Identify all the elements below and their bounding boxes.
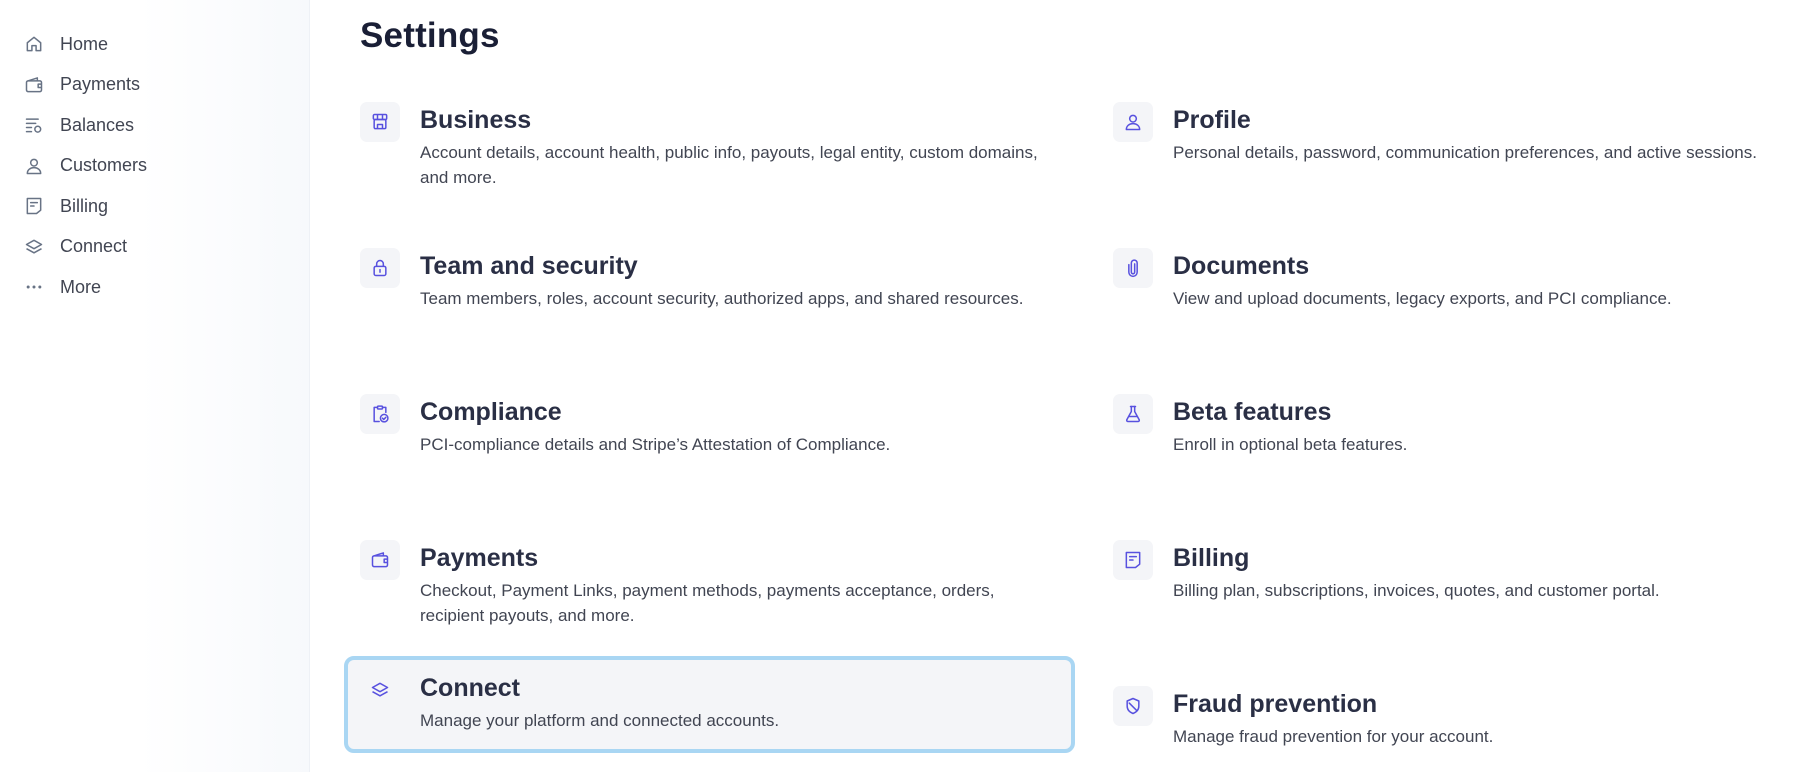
card-description: Manage fraud prevention for your account… xyxy=(1173,727,1494,746)
sidebar-item-balances[interactable]: Balances xyxy=(22,105,147,146)
sidebar-item-billing[interactable]: Billing xyxy=(22,186,147,227)
settings-card-beta-features[interactable]: Beta features Enroll in optional beta fe… xyxy=(1097,380,1816,472)
storefront-icon xyxy=(360,102,400,142)
card-description: Account details, account health, public … xyxy=(420,143,1038,187)
person-icon xyxy=(22,154,46,178)
sidebar-item-more[interactable]: More xyxy=(22,267,147,308)
sidebar-item-label: Connect xyxy=(60,236,128,257)
card-description: Team members, roles, account security, a… xyxy=(420,289,1024,308)
settings-card-documents[interactable]: Documents View and upload documents, leg… xyxy=(1097,234,1816,326)
card-title: Documents xyxy=(1173,252,1310,280)
wallet-icon xyxy=(360,540,400,580)
card-description: Billing plan, subscriptions, invoices, q… xyxy=(1173,581,1660,600)
sidebar-item-label: Payments xyxy=(60,74,141,95)
sidebar-item-label: Balances xyxy=(60,114,135,135)
paperclip-icon xyxy=(1113,248,1153,288)
settings-card-business[interactable]: Business Account details, account health… xyxy=(344,88,1074,187)
settings-card-profile[interactable]: Profile Personal details, password, comm… xyxy=(1097,88,1816,180)
settings-app: Home Payments Balances Customers Billing… xyxy=(0,0,1816,772)
more-icon xyxy=(22,275,46,299)
main-content: Settings Business Account details, accou… xyxy=(310,0,1816,772)
sidebar: Home Payments Balances Customers Billing… xyxy=(0,0,310,772)
clipboard-check-icon xyxy=(360,394,400,434)
settings-card-payments[interactable]: Payments Checkout, Payment Links, paymen… xyxy=(344,526,1074,625)
card-title: Beta features xyxy=(1173,398,1332,426)
card-description: Personal details, password, communicatio… xyxy=(1173,143,1757,162)
flask-icon xyxy=(1113,394,1153,434)
page-title: Settings xyxy=(360,16,500,55)
card-title: Team and security xyxy=(420,252,638,280)
settings-card-team-and-security[interactable]: Team and security Team members, roles, a… xyxy=(344,234,1074,326)
sidebar-nav: Home Payments Balances Customers Billing… xyxy=(22,24,147,308)
sidebar-item-payments[interactable]: Payments xyxy=(22,65,147,106)
sidebar-item-label: Customers xyxy=(60,155,148,176)
sidebar-item-label: More xyxy=(60,276,102,297)
balances-icon xyxy=(22,113,46,137)
sidebar-item-label: Billing xyxy=(60,195,109,216)
card-title: Payments xyxy=(420,544,539,572)
card-description: Checkout, Payment Links, payment methods… xyxy=(420,581,995,625)
card-description: Manage your platform and connected accou… xyxy=(420,711,780,730)
card-title: Billing xyxy=(1173,544,1250,572)
layers-icon xyxy=(360,670,400,710)
card-description: PCI-compliance details and Stripe’s Atte… xyxy=(420,435,891,454)
person-icon xyxy=(1113,102,1153,142)
card-title: Business xyxy=(420,106,532,134)
shield-icon xyxy=(1113,686,1153,726)
receipt-icon xyxy=(22,194,46,218)
card-title: Connect xyxy=(420,674,520,702)
sidebar-item-connect[interactable]: Connect xyxy=(22,227,147,268)
home-icon xyxy=(22,32,46,56)
sidebar-item-home[interactable]: Home xyxy=(22,24,147,65)
settings-card-billing[interactable]: Billing Billing plan, subscriptions, inv… xyxy=(1097,526,1816,618)
sidebar-item-label: Home xyxy=(60,33,109,54)
lock-icon xyxy=(360,248,400,288)
receipt-icon xyxy=(1113,540,1153,580)
card-description: Enroll in optional beta features. xyxy=(1173,435,1408,454)
card-title: Fraud prevention xyxy=(1173,690,1378,718)
settings-card-fraud-prevention[interactable]: Fraud prevention Manage fraud prevention… xyxy=(1097,672,1816,764)
layers-icon xyxy=(22,235,46,259)
card-title: Compliance xyxy=(420,398,562,426)
card-description: View and upload documents, legacy export… xyxy=(1173,289,1672,308)
sidebar-item-customers[interactable]: Customers xyxy=(22,146,147,187)
settings-card-connect[interactable]: Connect Manage your platform and connect… xyxy=(344,656,1075,753)
settings-card-compliance[interactable]: Compliance PCI-compliance details and St… xyxy=(344,380,1074,472)
card-title: Profile xyxy=(1173,106,1251,134)
wallet-icon xyxy=(22,73,46,97)
